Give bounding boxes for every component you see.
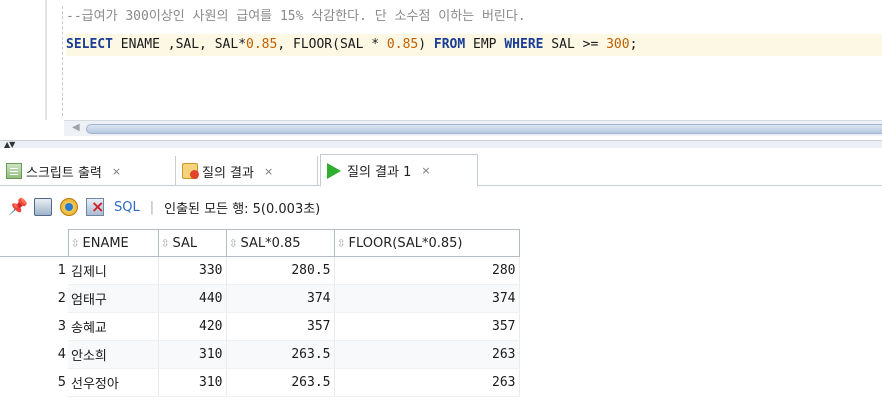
cell-sal[interactable]: 310: [158, 368, 227, 397]
cell-ename[interactable]: 김제니: [68, 256, 159, 285]
row-number[interactable]: 5: [0, 369, 68, 397]
row-number[interactable]: 3: [0, 313, 68, 341]
cell-floor[interactable]: 280: [334, 256, 520, 285]
sql-editor[interactable]: --급여가 300이상인 사원의 급여를 15% 삭감한다. 단 소수점 이하는…: [0, 0, 882, 140]
run-icon: [327, 162, 341, 179]
cell-floor[interactable]: 263: [334, 340, 520, 369]
row-number[interactable]: 1: [0, 257, 68, 285]
sql-token-text: ENAME ,SAL, SAL*: [112, 37, 247, 52]
tab-query-result[interactable]: 질의 결과 ×: [176, 156, 318, 186]
grid-header-row: ⇳ ENAME ⇳ SAL ⇳ SAL*0.85 ⇳ FLOOR(SAL*0.85): [0, 229, 520, 257]
column-header-sal[interactable]: ⇳ SAL: [157, 229, 227, 257]
cell-sal[interactable]: 420: [158, 312, 227, 341]
cell-sal[interactable]: 310: [158, 340, 227, 369]
editor-horizontal-scrollbar[interactable]: ◀: [64, 120, 882, 136]
cell-sal[interactable]: 330: [158, 256, 227, 285]
sql-token-number: 0.85: [246, 37, 278, 52]
table-row[interactable]: 4 안소희 310 263.5 263: [0, 340, 520, 369]
sql-token-text: , FLOOR(SAL *: [277, 37, 387, 52]
editor-gutter-divider: [45, 0, 47, 120]
sql-token-text: EMP: [465, 37, 505, 52]
script-output-icon: [6, 163, 22, 179]
cell-sal[interactable]: 440: [158, 284, 227, 313]
tab-close-icon[interactable]: ×: [421, 164, 430, 177]
query-result-icon: [182, 163, 199, 179]
column-header-sal-085[interactable]: ⇳ SAL*0.85: [225, 229, 335, 257]
tab-script-output[interactable]: 스크립트 출력 ×: [0, 156, 176, 186]
pin-icon[interactable]: 📌: [8, 198, 28, 216]
column-header-label: ENAME: [82, 235, 129, 251]
column-header-label: FLOOR(SAL*0.85): [348, 235, 463, 251]
cell-sal-085[interactable]: 374: [226, 284, 335, 313]
row-number[interactable]: 2: [0, 285, 68, 313]
cell-sal-085[interactable]: 280.5: [226, 256, 335, 285]
cell-floor[interactable]: 357: [334, 312, 520, 341]
sql-token-keyword: FROM: [433, 37, 466, 52]
sort-icon[interactable]: ⇳: [71, 237, 83, 250]
cell-ename[interactable]: 선우정아: [68, 368, 159, 397]
clear-results-icon[interactable]: [86, 197, 104, 216]
column-header-label: SAL: [172, 235, 198, 251]
column-header-ename[interactable]: ⇳ ENAME: [67, 229, 159, 257]
toolbar-separator: |: [149, 199, 155, 215]
sql-token-keyword: WHERE: [504, 37, 544, 52]
tab-label: 스크립트 출력: [26, 165, 102, 181]
fetch-status-text: 인출된 모든 행: 5(0.003초): [164, 201, 321, 217]
row-number[interactable]: 4: [0, 341, 68, 369]
column-header-label: SAL*0.85: [240, 235, 301, 251]
print-icon[interactable]: [34, 198, 52, 216]
cell-ename[interactable]: 송혜교: [68, 312, 159, 341]
tab-label: 질의 결과 1: [347, 165, 412, 180]
cell-sal-085[interactable]: 263.5: [226, 368, 335, 397]
cell-floor[interactable]: 374: [334, 284, 520, 313]
row-number-header: [0, 229, 69, 257]
sql-link[interactable]: SQL: [114, 200, 140, 215]
sql-token-text: SAL >=: [543, 37, 607, 52]
result-toolbar: 📌 SQL | 인출된 모든 행: 5(0.003초): [0, 187, 882, 227]
sql-token-keyword: SELECT: [66, 37, 113, 52]
tab-close-icon[interactable]: ×: [112, 165, 121, 178]
sql-token-number: 0.85: [386, 37, 419, 52]
cell-ename[interactable]: 안소희: [68, 340, 159, 369]
cell-sal-085[interactable]: 263.5: [226, 340, 335, 369]
result-grid[interactable]: ⇳ ENAME ⇳ SAL ⇳ SAL*0.85 ⇳ FLOOR(SAL*0.85) 1…: [0, 229, 520, 397]
panel-splitter[interactable]: ▲▼: [0, 140, 882, 149]
sort-icon[interactable]: ⇳: [161, 237, 173, 250]
tab-close-icon[interactable]: ×: [264, 165, 273, 178]
code-sql-line[interactable]: SELECT ENAME ,SAL, SAL*0.85, FLOOR(SAL *…: [66, 34, 882, 56]
cell-sal-085[interactable]: 357: [226, 312, 335, 341]
table-row[interactable]: 3 송혜교 420 357 357: [0, 312, 520, 341]
sql-token-text: ;: [629, 37, 638, 52]
table-row[interactable]: 2 엄태구 440 374 374: [0, 284, 520, 313]
tab-label: 질의 결과: [202, 165, 254, 181]
sql-token-number: 300: [606, 37, 630, 52]
cell-ename[interactable]: 엄태구: [68, 284, 159, 313]
column-header-floor[interactable]: ⇳ FLOOR(SAL*0.85): [333, 229, 520, 257]
editor-fold-guide: [62, 6, 63, 116]
scrollbar-thumb[interactable]: [86, 124, 882, 134]
code-comment-line[interactable]: --급여가 300이상인 사원의 급여를 15% 삭감한다. 단 소수점 이하는…: [66, 6, 526, 28]
scroll-left-icon[interactable]: ◀: [72, 122, 80, 133]
refresh-icon[interactable]: [60, 198, 78, 216]
sort-icon[interactable]: ⇳: [337, 237, 349, 250]
cell-floor[interactable]: 263: [334, 368, 520, 397]
result-tab-bar: 스크립트 출력 × 질의 결과 × 질의 결과 1 ×: [0, 148, 882, 187]
sql-token-text: ): [418, 37, 434, 52]
tab-query-result-1[interactable]: 질의 결과 1 ×: [320, 154, 478, 187]
sort-icon[interactable]: ⇳: [229, 237, 241, 250]
table-row[interactable]: 5 선우정아 310 263.5 263: [0, 368, 520, 397]
table-row[interactable]: 1 김제니 330 280.5 280: [0, 256, 520, 285]
